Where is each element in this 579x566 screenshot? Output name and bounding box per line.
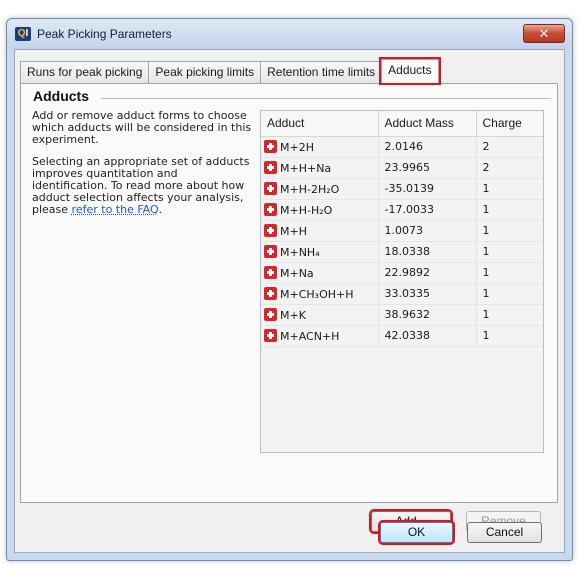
cell-adduct: M+H-H₂O	[261, 199, 379, 221]
group-title: Adducts	[33, 88, 89, 104]
cell-charge: 1	[476, 325, 543, 347]
description-paragraph-1: Add or remove adduct forms to choose whi…	[32, 109, 252, 146]
table-row[interactable]: M+H 1.0073 1	[261, 220, 543, 242]
cell-adduct: M+CH₃OH+H	[261, 283, 379, 305]
cell-adduct-mass: -35.0139	[378, 178, 477, 200]
cell-adduct-mass: 33.0335	[378, 283, 477, 305]
faq-link[interactable]: refer to the FAQ	[72, 203, 159, 216]
adduct-plus-icon[interactable]	[264, 139, 277, 153]
column-header-adduct[interactable]: Adduct	[261, 111, 379, 137]
cell-charge: 2	[476, 157, 543, 179]
cell-adduct: M+K	[261, 304, 379, 326]
dialog-window: QI Peak Picking Parameters ✕ Runs for pe…	[6, 18, 573, 561]
cell-adduct-mass: 18.0338	[378, 241, 477, 263]
adduct-plus-icon[interactable]	[264, 286, 277, 300]
group-divider	[101, 98, 551, 99]
adduct-plus-icon[interactable]	[264, 244, 277, 258]
table-row[interactable]: M+2H 2.0146 2	[261, 136, 543, 158]
dialog-client-area: Runs for peak picking Peak picking limit…	[14, 49, 565, 553]
adduct-name: M+NH₄	[280, 245, 320, 259]
adduct-plus-icon[interactable]	[264, 307, 277, 321]
cell-charge: 1	[476, 241, 543, 263]
cell-charge: 1	[476, 304, 543, 326]
cell-charge: 1	[476, 283, 543, 305]
table-row[interactable]: M+ACN+H 42.0338 1	[261, 325, 543, 347]
cell-charge: 1	[476, 199, 543, 221]
ok-button[interactable]: OK	[378, 520, 455, 545]
table-header-row: Adduct Adduct Mass Charge	[261, 111, 543, 137]
tab-adducts[interactable]: Adducts	[379, 57, 441, 85]
tab-strip: Runs for peak picking Peak picking limit…	[20, 57, 441, 85]
description-paragraph-2-end: .	[158, 203, 163, 216]
close-button[interactable]: ✕	[523, 24, 565, 43]
adducts-table: Adduct Adduct Mass Charge M+2H 2.0146 2 M+H…	[260, 110, 544, 453]
title-bar[interactable]: QI Peak Picking Parameters ✕	[7, 19, 572, 49]
dialog-title: Peak Picking Parameters	[37, 27, 172, 41]
adduct-name: M+CH₃OH+H	[280, 287, 354, 301]
tab-retention-time-limits[interactable]: Retention time limits	[260, 61, 383, 83]
adduct-name: M+Na	[280, 266, 314, 280]
cell-adduct-mass: 1.0073	[378, 220, 477, 242]
adduct-name: M+K	[280, 308, 306, 322]
adduct-name: M+H+Na	[280, 161, 332, 175]
tab-peak-picking-limits[interactable]: Peak picking limits	[148, 61, 262, 83]
column-header-adduct-mass[interactable]: Adduct Mass	[378, 111, 477, 137]
adduct-name: M+H-H₂O	[280, 203, 333, 217]
adduct-name: M+H-2H₂O	[280, 182, 340, 196]
adducts-tab-panel: Adducts Add or remove adduct forms to ch…	[20, 83, 558, 534]
adduct-name: M+ACN+H	[280, 329, 340, 343]
table-row[interactable]: M+H+Na 23.9965 2	[261, 157, 543, 179]
adduct-plus-icon[interactable]	[264, 328, 277, 342]
cell-adduct: M+H+Na	[261, 157, 379, 179]
cell-adduct-mass: 42.0338	[378, 325, 477, 347]
table-row[interactable]: M+CH₃OH+H 33.0335 1	[261, 283, 543, 305]
cell-charge: 2	[476, 136, 543, 158]
table-row[interactable]: M+H-2H₂O -35.0139 1	[261, 178, 543, 200]
description-paragraph-2: Selecting an appropriate set of adducts …	[32, 156, 252, 216]
cell-adduct: M+Na	[261, 262, 379, 284]
cell-adduct-mass: 2.0146	[378, 136, 477, 158]
cell-adduct: M+2H	[261, 136, 379, 158]
adduct-name: M+2H	[280, 140, 314, 154]
cell-adduct: M+ACN+H	[261, 325, 379, 347]
column-header-charge[interactable]: Charge	[476, 111, 543, 137]
cancel-button[interactable]: Cancel	[467, 522, 542, 543]
table-row[interactable]: M+K 38.9632 1	[261, 304, 543, 326]
cell-adduct: M+H-2H₂O	[261, 178, 379, 200]
table-row[interactable]: M+NH₄ 18.0338 1	[261, 241, 543, 263]
cell-charge: 1	[476, 220, 543, 242]
adduct-plus-icon[interactable]	[264, 223, 277, 237]
adduct-plus-icon[interactable]	[264, 202, 277, 216]
cell-adduct-mass: -17.0033	[378, 199, 477, 221]
adduct-plus-icon[interactable]	[264, 181, 277, 195]
adduct-plus-icon[interactable]	[264, 265, 277, 279]
cell-adduct-mass: 22.9892	[378, 262, 477, 284]
cell-adduct-mass: 38.9632	[378, 304, 477, 326]
cell-adduct-mass: 23.9965	[378, 157, 477, 179]
table-row[interactable]: M+Na 22.9892 1	[261, 262, 543, 284]
app-logo-icon: QI	[15, 27, 31, 41]
cell-charge: 1	[476, 178, 543, 200]
cell-charge: 1	[476, 262, 543, 284]
adduct-plus-icon[interactable]	[264, 160, 277, 174]
description-text: Add or remove adduct forms to choose whi…	[32, 110, 252, 226]
table-row[interactable]: M+H-H₂O -17.0033 1	[261, 199, 543, 221]
cell-adduct: M+H	[261, 220, 379, 242]
tab-runs-for-peak-picking[interactable]: Runs for peak picking	[20, 61, 150, 83]
cell-adduct: M+NH₄	[261, 241, 379, 263]
adduct-name: M+H	[280, 224, 307, 238]
